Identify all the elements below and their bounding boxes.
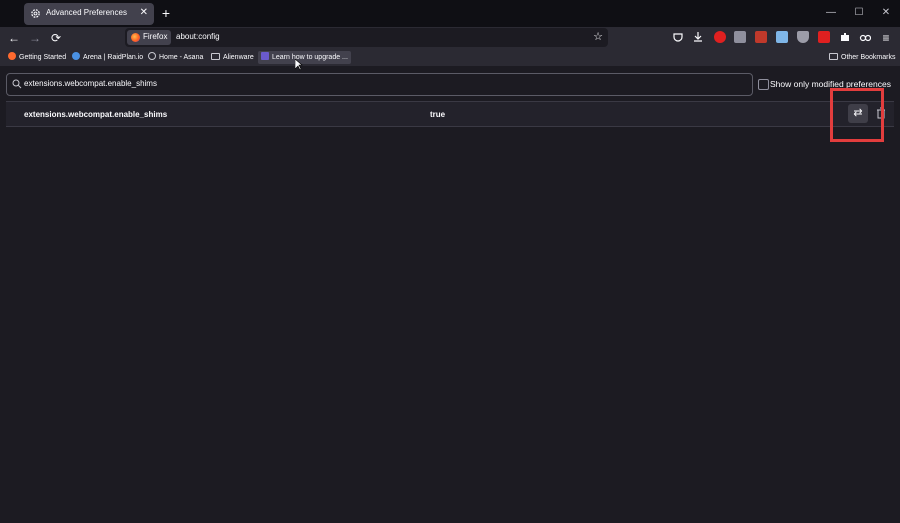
search-input[interactable]: extensions.webcompat.enable_shims bbox=[24, 79, 157, 88]
highlight-annotation-box bbox=[830, 88, 884, 142]
shield-extension-icon[interactable] bbox=[797, 31, 809, 43]
bookmark-label: Alienware bbox=[223, 54, 254, 61]
bookmark-asana[interactable]: Home - Asana bbox=[148, 51, 203, 64]
identity-box[interactable]: Firefox bbox=[127, 30, 171, 45]
bookmark-label: Learn how to upgrade ... bbox=[272, 54, 348, 61]
folder-icon bbox=[829, 53, 838, 60]
close-window-button[interactable]: ✕ bbox=[878, 5, 894, 21]
bookmark-raidplan[interactable]: Arena | RaidPlan.io bbox=[72, 51, 143, 64]
identity-label: Firefox bbox=[143, 32, 168, 41]
globe-icon bbox=[148, 52, 156, 60]
extensions-puzzle-icon[interactable] bbox=[839, 31, 851, 43]
preference-value[interactable]: true bbox=[430, 110, 445, 119]
extension-grey-icon[interactable] bbox=[734, 31, 746, 43]
other-bookmarks-folder[interactable]: Other Bookmarks bbox=[829, 51, 895, 64]
menu-hamburger-icon[interactable]: ≡ bbox=[878, 30, 894, 46]
new-tab-button[interactable]: + bbox=[158, 5, 174, 21]
account-icon[interactable] bbox=[859, 31, 871, 43]
tab-advanced-preferences[interactable]: Advanced Preferences ✕ bbox=[24, 3, 154, 25]
maximize-button[interactable]: ☐ bbox=[851, 5, 867, 21]
bookmark-learn-upgrade[interactable]: Learn how to upgrade ... bbox=[258, 51, 351, 64]
url-text[interactable]: about:config bbox=[176, 32, 220, 41]
extension-red-square-icon[interactable] bbox=[755, 31, 767, 43]
search-icon bbox=[12, 79, 22, 89]
folder-icon bbox=[211, 53, 220, 60]
mouse-cursor-icon bbox=[295, 59, 303, 71]
bookmark-label: Arena | RaidPlan.io bbox=[83, 54, 144, 61]
tab-title: Advanced Preferences bbox=[46, 8, 127, 17]
bookmark-getting-started[interactable]: Getting Started bbox=[8, 51, 66, 64]
extension-camera-icon[interactable] bbox=[818, 31, 830, 43]
preference-name: extensions.webcompat.enable_shims bbox=[24, 110, 168, 119]
bookmark-label: Home - Asana bbox=[159, 54, 204, 61]
raidplan-icon bbox=[72, 52, 80, 60]
extension-red-icon[interactable] bbox=[714, 31, 726, 43]
minimize-button[interactable]: — bbox=[823, 5, 839, 21]
tab-close-icon[interactable]: ✕ bbox=[140, 7, 148, 18]
firefox-icon bbox=[8, 52, 16, 60]
reload-button[interactable]: ⟳ bbox=[48, 30, 64, 46]
gear-icon bbox=[31, 9, 40, 18]
firefox-logo-icon bbox=[131, 33, 140, 42]
bookmark-star-icon[interactable]: ☆ bbox=[591, 30, 605, 44]
show-modified-checkbox[interactable] bbox=[758, 79, 769, 90]
page-icon bbox=[261, 52, 269, 60]
extension-blue-icon[interactable] bbox=[776, 31, 788, 43]
downloads-icon[interactable] bbox=[692, 31, 704, 43]
bookmark-label: Other Bookmarks bbox=[841, 54, 896, 61]
bookmark-folder-alienware[interactable]: Alienware bbox=[211, 51, 254, 64]
back-button[interactable]: ← bbox=[6, 30, 22, 46]
forward-button[interactable]: → bbox=[27, 30, 43, 46]
bookmark-label: Getting Started bbox=[19, 54, 67, 61]
pocket-icon[interactable] bbox=[672, 31, 684, 43]
